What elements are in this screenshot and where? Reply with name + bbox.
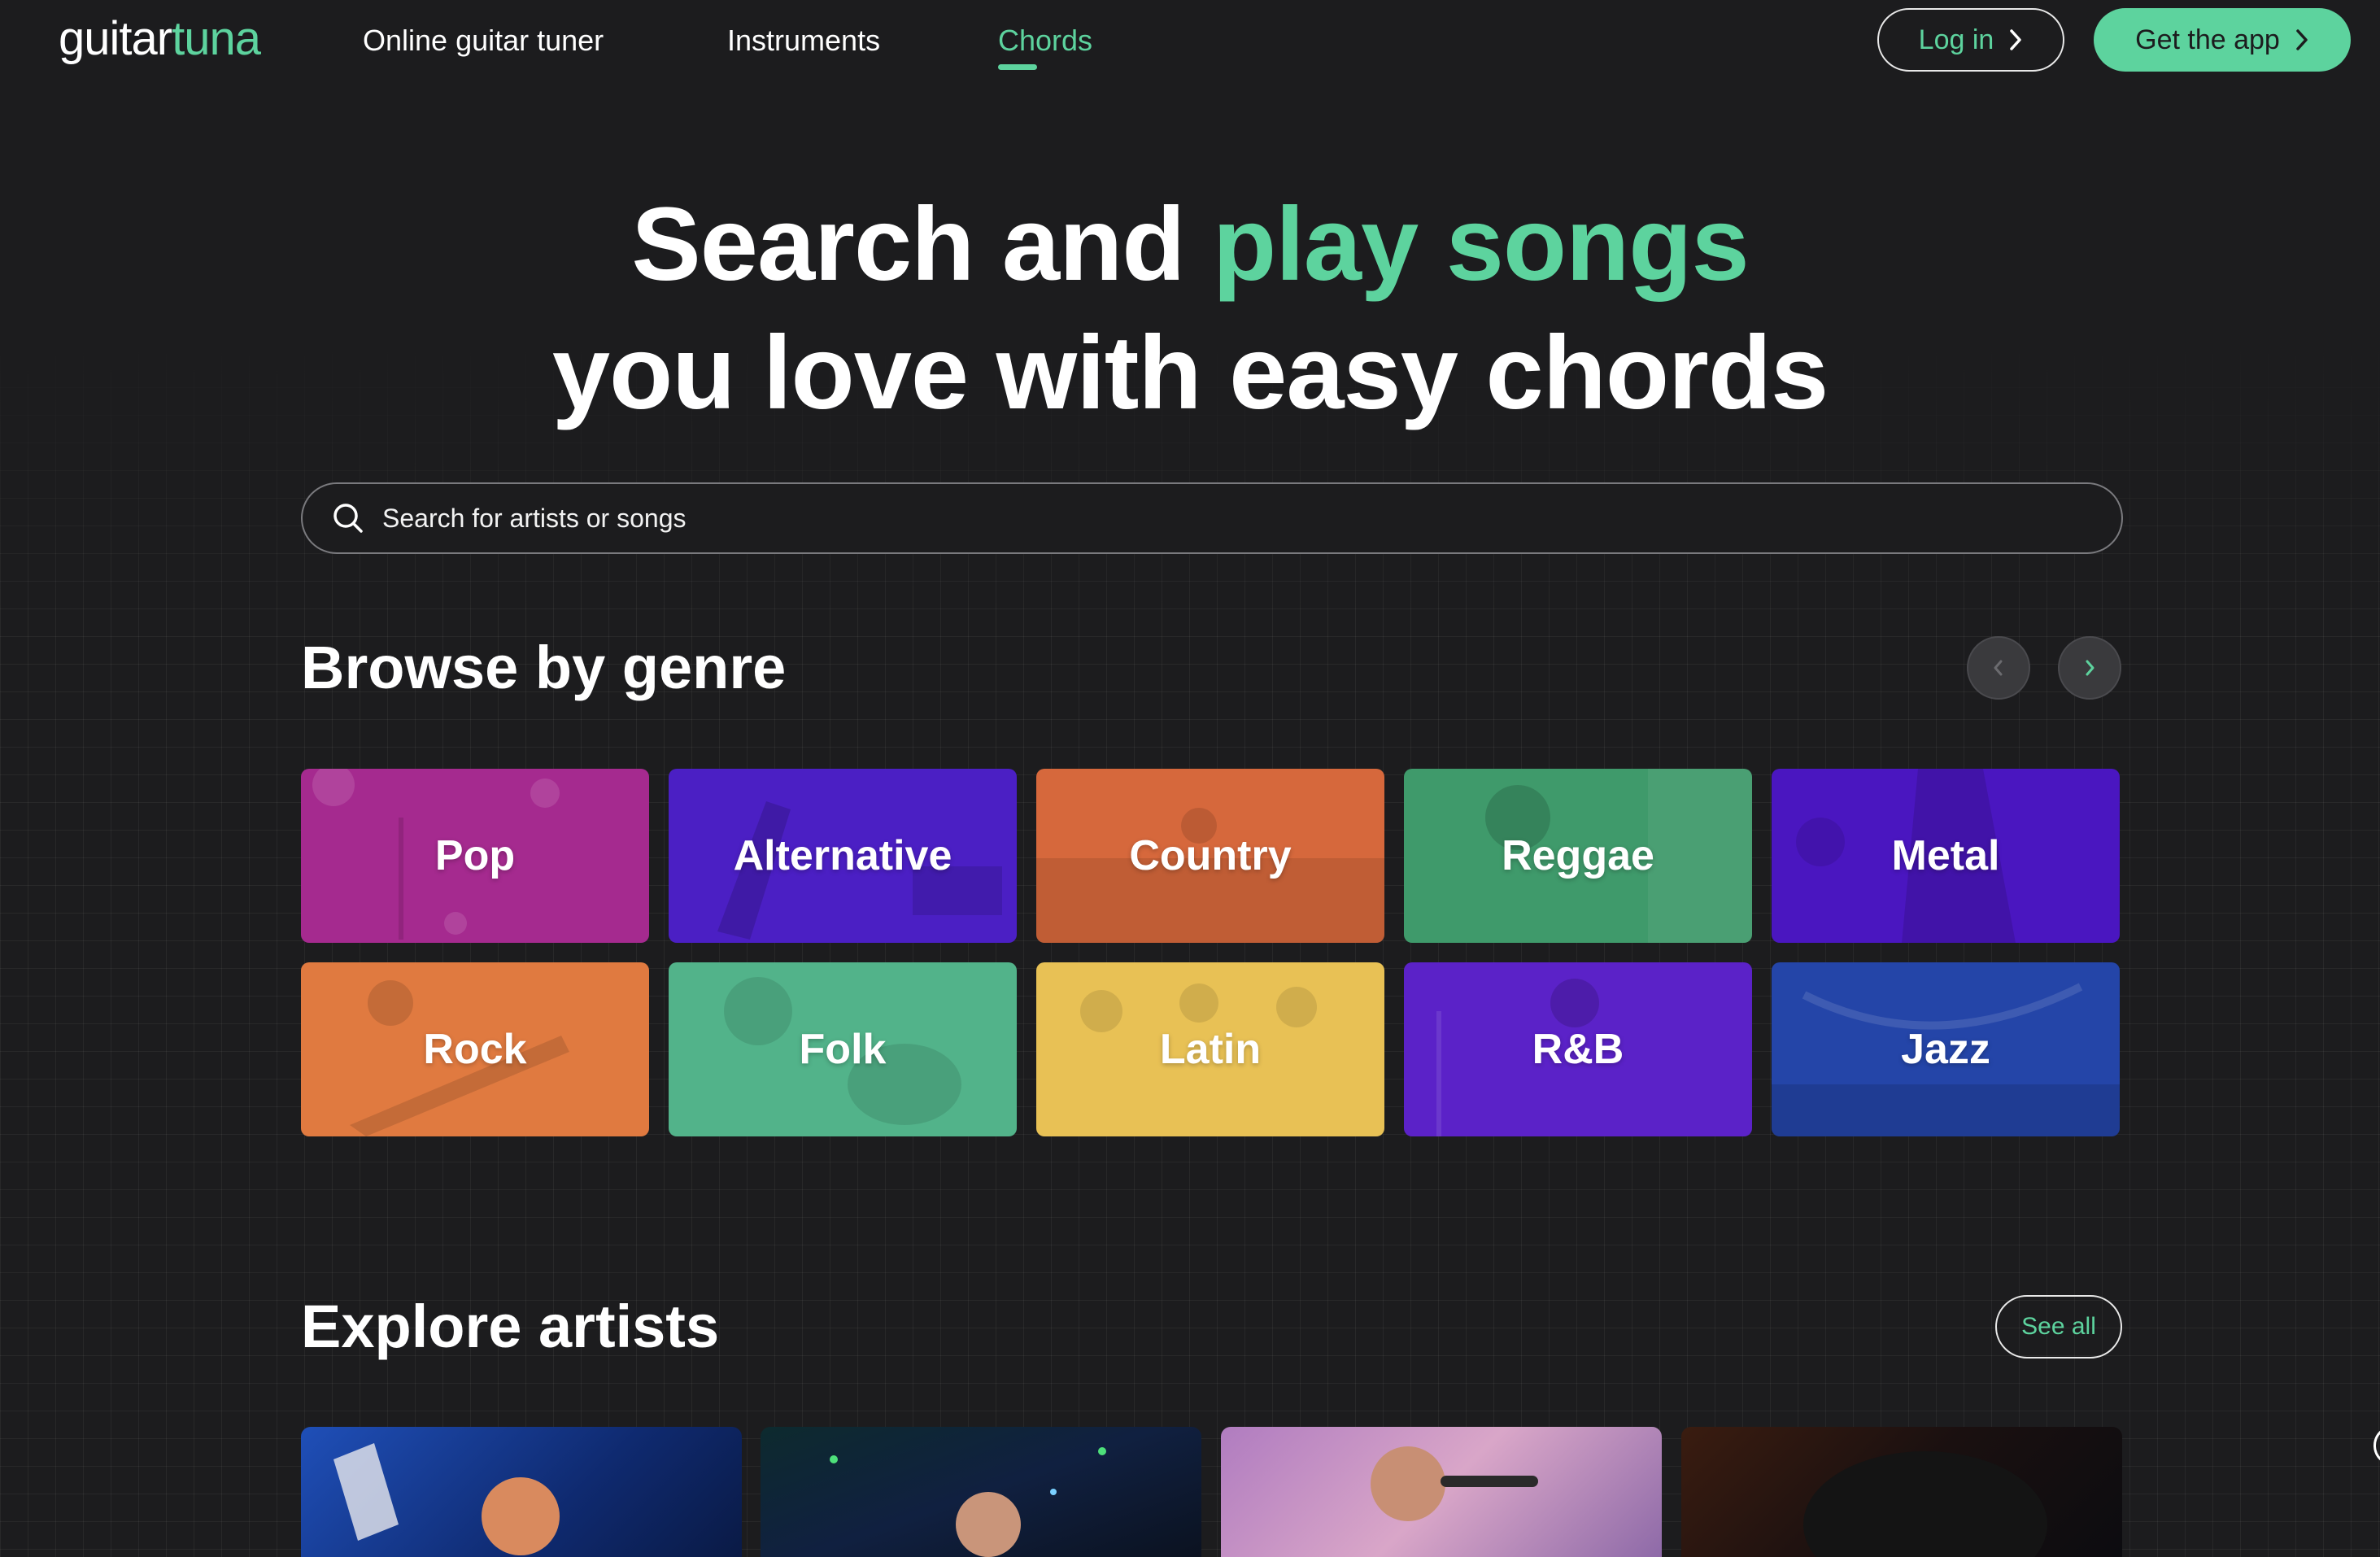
chevron-right-icon — [2010, 29, 2022, 50]
artist-card[interactable] — [301, 1427, 742, 1557]
genre-card-folk[interactable]: Folk — [669, 962, 1017, 1136]
login-button-label: Log in — [1918, 24, 1994, 55]
see-all-artists-button[interactable]: See all — [1995, 1295, 2122, 1359]
logo[interactable]: guitartuna — [59, 7, 261, 72]
genre-label: Pop — [434, 832, 516, 879]
genre-card-latin[interactable]: Latin — [1036, 962, 1384, 1136]
genre-label: Folk — [799, 1026, 887, 1073]
genre-card-jazz[interactable]: Jazz — [1772, 962, 2120, 1136]
chevron-right-icon — [2296, 29, 2308, 50]
genre-card-rnb[interactable]: R&B — [1404, 962, 1752, 1136]
nav-link-online-guitar-tuner[interactable]: Online guitar tuner — [363, 23, 604, 59]
genre-card-pop[interactable]: Pop — [301, 769, 649, 943]
genre-card-alternative[interactable]: Alternative — [669, 769, 1017, 943]
active-nav-indicator — [998, 64, 1037, 70]
browse-by-genre-title: Browse by genre — [301, 634, 787, 701]
artist-card[interactable] — [1221, 1427, 1662, 1557]
hero-highlight: play songs — [1213, 186, 1750, 303]
artist-image — [333, 1443, 560, 1555]
genre-next-button[interactable] — [2058, 636, 2121, 700]
explore-artists-title: Explore artists — [301, 1293, 720, 1360]
artist-image — [1803, 1451, 2047, 1557]
nav-link-instruments[interactable]: Instruments — [727, 23, 880, 59]
hero-heading: Search and play songs you love with easy… — [0, 181, 2380, 438]
search-bar[interactable] — [301, 482, 2123, 554]
nav-link-chords[interactable]: Chords — [998, 23, 1092, 59]
genre-card-rock[interactable]: Rock — [301, 962, 649, 1136]
genre-label: Jazz — [1901, 1026, 1990, 1073]
artist-image — [1371, 1446, 1538, 1521]
get-the-app-label: Get the app — [2135, 24, 2280, 55]
genre-label: Rock — [423, 1026, 527, 1073]
genre-card-reggae[interactable]: Reggae — [1404, 769, 1752, 943]
genre-card-country[interactable]: Country — [1036, 769, 1384, 943]
logo-text-guitar: guitar — [59, 12, 172, 65]
artist-card[interactable] — [1681, 1427, 2122, 1557]
chevron-right-icon — [2086, 660, 2094, 676]
genre-label: R&B — [1532, 1026, 1624, 1073]
genre-prev-button[interactable] — [1967, 636, 2030, 700]
floating-help-button[interactable] — [2373, 1425, 2380, 1466]
hero-line-2: you love with easy chords — [551, 315, 1829, 431]
artist-image — [830, 1447, 1106, 1557]
hero-line-1: Search and play songs — [0, 181, 2380, 309]
genre-label: Metal — [1891, 832, 2000, 879]
search-icon — [333, 504, 363, 533]
chevron-left-icon — [1994, 660, 2003, 676]
top-navigation: guitartuna Online guitar tuner Instrumen… — [0, 0, 2380, 81]
genre-label: Country — [1129, 832, 1292, 879]
genre-label: Latin — [1159, 1026, 1262, 1073]
login-button[interactable]: Log in — [1877, 8, 2064, 72]
genre-card-metal[interactable]: Metal — [1772, 769, 2120, 943]
artist-card[interactable] — [761, 1427, 1201, 1557]
get-the-app-button[interactable]: Get the app — [2094, 8, 2351, 72]
logo-text-tuna: tuna — [172, 12, 261, 65]
hero-line-1-text: Search and — [631, 186, 1213, 303]
genre-label: Alternative — [733, 832, 952, 879]
genre-label: Reggae — [1502, 832, 1654, 879]
search-input[interactable] — [381, 493, 2121, 543]
